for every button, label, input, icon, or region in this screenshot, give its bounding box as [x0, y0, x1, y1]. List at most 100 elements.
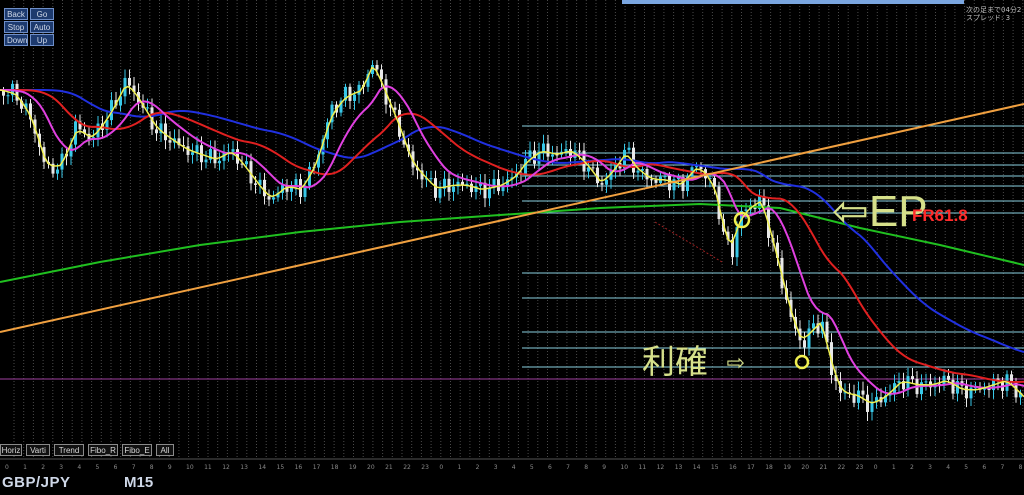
candle-body	[546, 143, 550, 157]
x-axis-label: 8	[150, 464, 154, 471]
trend-button[interactable]: Trend	[54, 444, 84, 456]
x-axis-label: 11	[639, 464, 647, 471]
candle-body	[438, 188, 442, 198]
x-axis-label: 19	[783, 464, 791, 471]
x-axis-label: 12	[222, 464, 230, 471]
candle-body	[164, 123, 167, 141]
x-axis-label: 16	[729, 464, 737, 471]
candle-body	[591, 167, 595, 169]
ma-slow-line	[0, 89, 1024, 384]
x-axis-label: 23	[856, 464, 864, 471]
candle-body	[186, 146, 190, 155]
x-axis-label: 21	[385, 464, 393, 471]
up-button[interactable]: Up	[30, 34, 54, 46]
candle-body	[488, 187, 491, 199]
candle-body	[627, 147, 631, 150]
candle-body	[452, 186, 455, 192]
x-axis-label: 6	[982, 464, 986, 471]
x-axis-label: 5	[96, 464, 100, 471]
candle-body	[231, 149, 235, 152]
candle-body	[911, 376, 914, 380]
spread-info: スプレッド: 3	[966, 14, 1011, 22]
x-axis-label: 12	[657, 464, 665, 471]
take-profit-arrow: ⇨	[726, 350, 745, 376]
x-axis-label: 15	[277, 464, 285, 471]
x-axis-label: 15	[711, 464, 719, 471]
x-axis-label: 22	[403, 464, 411, 471]
candle-body	[191, 152, 194, 155]
down-button[interactable]: Down	[4, 34, 28, 46]
x-axis-label: 4	[512, 464, 516, 471]
candle-body	[654, 179, 658, 183]
candle-body	[146, 107, 149, 109]
candle-body	[803, 340, 806, 348]
candle-body	[213, 149, 217, 164]
x-axis-label: 7	[1001, 464, 1005, 471]
candle-body	[204, 159, 208, 163]
fibo-r-button[interactable]: Fibo_R	[88, 444, 118, 456]
x-axis-label: 2	[910, 464, 914, 471]
x-axis-label: 20	[801, 464, 809, 471]
candle-body	[578, 150, 581, 152]
candle-body	[6, 95, 10, 97]
candle-body	[866, 394, 869, 412]
candle-body	[218, 160, 221, 164]
candle-body	[861, 390, 865, 395]
x-axis-label: 3	[494, 464, 498, 471]
candle-body	[429, 178, 433, 180]
candle-body	[353, 94, 356, 101]
x-axis-label: 7	[132, 464, 136, 471]
horiz-button[interactable]: Horiz	[0, 444, 22, 456]
x-axis-label: 19	[349, 464, 357, 471]
varti-button[interactable]: Varti	[26, 444, 50, 456]
x-axis-label: 21	[820, 464, 828, 471]
all-button[interactable]: All	[156, 444, 174, 456]
candle-body	[524, 158, 527, 175]
x-axis-label: 6	[548, 464, 552, 471]
x-axis-label: 1	[892, 464, 896, 471]
x-axis-label: 9	[602, 464, 606, 471]
candle-body	[128, 77, 131, 86]
take-profit-label: 利確	[642, 342, 708, 381]
fibo-ratio-annotation: FR61.8	[912, 206, 968, 225]
candle-body	[605, 179, 608, 185]
x-axis-label: 14	[258, 464, 266, 471]
candle-body	[965, 385, 968, 399]
x-axis-label: 20	[367, 464, 375, 471]
stop-button[interactable]: Stop	[4, 21, 28, 33]
x-axis-label: 5	[964, 464, 968, 471]
x-axis-label: 6	[114, 464, 118, 471]
x-axis-label: 18	[765, 464, 773, 471]
x-axis-label: 3	[59, 464, 63, 471]
take-profit-annotation: 利確 ⇨	[642, 342, 745, 384]
auto-button[interactable]: Auto	[30, 21, 54, 33]
candle-body	[636, 170, 640, 173]
candle-body	[650, 179, 653, 181]
go-button[interactable]: Go	[30, 8, 54, 20]
x-axis-label: 1	[458, 464, 462, 471]
x-axis-label: 11	[204, 464, 212, 471]
candle-body	[155, 129, 158, 134]
candle-body	[56, 169, 59, 174]
symbol-label: GBP/JPY	[2, 474, 71, 491]
x-axis-label: 23	[421, 464, 429, 471]
x-axis-label: 9	[168, 464, 172, 471]
candle-body	[434, 178, 437, 198]
back-button[interactable]: Back	[4, 8, 28, 20]
fibo-e-button[interactable]: Fibo_E	[122, 444, 152, 456]
candle-body	[663, 176, 667, 178]
candle-body	[807, 328, 811, 348]
x-axis-label: 8	[584, 464, 588, 471]
x-axis-label: 0	[439, 464, 443, 471]
candle-body	[168, 140, 172, 143]
x-axis-label: 4	[77, 464, 81, 471]
candle-body	[470, 183, 473, 193]
candle-body	[375, 64, 379, 70]
x-axis-label: 18	[331, 464, 339, 471]
x-axis-label: 17	[747, 464, 755, 471]
candle-body	[542, 143, 545, 152]
x-axis-label: 10	[620, 464, 628, 471]
price-chart[interactable]: 0 1 2 3 4 5 6 7 8 9 10 11 12 13 14 15 16 17 18 19 20 21 22 23 0 1…	[0, 0, 1024, 495]
x-axis-label: 0	[5, 464, 9, 471]
exit-marker	[794, 354, 810, 370]
